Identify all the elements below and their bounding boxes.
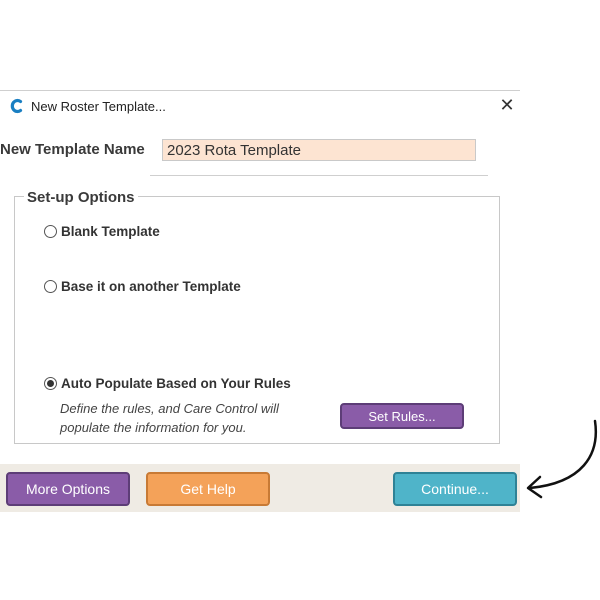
- separator: [150, 175, 488, 176]
- radio-button[interactable]: [44, 225, 57, 238]
- radio-label: Base it on another Template: [61, 279, 241, 294]
- setup-options-legend: Set-up Options: [24, 189, 138, 206]
- auto-populate-description: Define the rules, and Care Control will …: [60, 399, 279, 437]
- description-line: Define the rules, and Care Control will: [60, 401, 279, 416]
- continue-button[interactable]: Continue...: [393, 472, 517, 506]
- radio-button[interactable]: [44, 280, 57, 293]
- dialog-title: New Roster Template...: [31, 99, 166, 114]
- get-help-button[interactable]: Get Help: [146, 472, 270, 506]
- radio-auto-populate[interactable]: Auto Populate Based on Your Rules: [44, 376, 291, 391]
- dialog-footer: More Options Get Help Continue...: [0, 464, 520, 512]
- radio-button-selected[interactable]: [44, 377, 57, 390]
- more-options-button[interactable]: More Options: [6, 472, 130, 506]
- set-rules-button[interactable]: Set Rules...: [340, 403, 464, 429]
- description-line: populate the information for you.: [60, 420, 247, 435]
- curved-arrow-icon: [526, 419, 598, 499]
- radio-label: Auto Populate Based on Your Rules: [61, 376, 291, 391]
- new-roster-template-dialog: New Roster Template... ✕ New Template Na…: [0, 90, 520, 512]
- care-control-c-icon: [10, 98, 23, 114]
- template-name-input[interactable]: [162, 139, 476, 161]
- close-icon[interactable]: ✕: [497, 95, 517, 115]
- title-bar: New Roster Template... ✕: [0, 91, 520, 121]
- template-name-label: New Template Name: [0, 141, 145, 158]
- radio-blank-template[interactable]: Blank Template: [44, 224, 160, 239]
- radio-label: Blank Template: [61, 224, 160, 239]
- radio-base-on-another-template[interactable]: Base it on another Template: [44, 279, 241, 294]
